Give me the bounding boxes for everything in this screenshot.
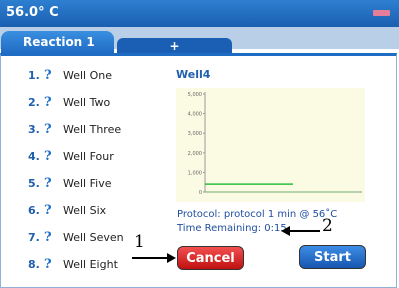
well-number: 1. [28, 69, 40, 82]
well-item-8[interactable]: 8.? Well Eight [28, 257, 118, 277]
add-tab-button[interactable]: + [117, 38, 232, 53]
well-label: Well One [63, 69, 113, 82]
question-mark-icon: ? [44, 230, 52, 245]
y-tick-label: 1,000 [188, 170, 202, 176]
tab-reaction-1[interactable]: Reaction 1 [1, 31, 114, 53]
well-number: 6. [28, 204, 40, 217]
start-button[interactable]: Start [299, 245, 366, 269]
y-axis-ticks: 5,000 4,000 3,000 2,000 1,000 0 [188, 92, 205, 196]
annotation-arrow-2 [281, 226, 320, 236]
well-label: Well Seven [63, 231, 124, 244]
question-mark-icon: ? [44, 257, 52, 272]
well-item-2[interactable]: 2.? Well Two [28, 95, 110, 115]
protocol-text: Protocol: protocol 1 min @ 56˚C [177, 209, 338, 220]
well-number: 2. [28, 96, 40, 109]
well-label: Well Two [63, 96, 111, 109]
y-tick-label: 3,000 [188, 131, 202, 137]
question-mark-icon: ? [44, 122, 52, 137]
well-detail-title: Well4 [176, 68, 211, 81]
well-label: Well Six [63, 204, 107, 217]
cancel-button[interactable]: Cancel [177, 246, 244, 270]
well-number: 5. [28, 177, 40, 190]
battery-icon [373, 10, 390, 16]
well-number: 3. [28, 123, 40, 136]
well-item-1[interactable]: 1.? Well One [28, 68, 112, 88]
well-label: Well Eight [63, 258, 118, 271]
y-tick-label: 0 [199, 190, 202, 196]
question-mark-icon: ? [44, 176, 52, 191]
well-item-5[interactable]: 5.? Well Five [28, 176, 111, 196]
well-item-3[interactable]: 3.? Well Three [28, 122, 121, 142]
y-tick-label: 4,000 [188, 112, 202, 118]
well-number: 4. [28, 150, 40, 163]
annotation-number-2: 2 [322, 216, 333, 236]
well-number: 7. [28, 231, 40, 244]
status-bar: 56.0° C [0, 0, 399, 27]
well-item-7[interactable]: 7.? Well Seven [28, 230, 124, 250]
y-tick-label: 5,000 [188, 92, 202, 98]
well-label: Well Five [63, 177, 112, 190]
signal-chart: 5,000 4,000 3,000 2,000 1,000 0 [176, 88, 365, 202]
annotation-number-1: 1 [134, 232, 145, 252]
temperature-readout: 56.0° C [6, 5, 59, 20]
time-remaining-text: Time Remaining: 0:15 [177, 223, 287, 234]
question-mark-icon: ? [44, 149, 52, 164]
well-label: Well Four [63, 150, 114, 163]
well-label: Well Three [63, 123, 122, 136]
question-mark-icon: ? [44, 68, 52, 83]
y-tick-label: 2,000 [188, 151, 202, 157]
question-mark-icon: ? [44, 95, 52, 110]
well-item-6[interactable]: 6.? Well Six [28, 203, 106, 223]
question-mark-icon: ? [44, 203, 52, 218]
well-item-4[interactable]: 4.? Well Four [28, 149, 114, 169]
signal-chart-svg: 5,000 4,000 3,000 2,000 1,000 0 [188, 92, 362, 196]
annotation-arrow-1 [132, 253, 176, 263]
well-number: 8. [28, 258, 40, 271]
